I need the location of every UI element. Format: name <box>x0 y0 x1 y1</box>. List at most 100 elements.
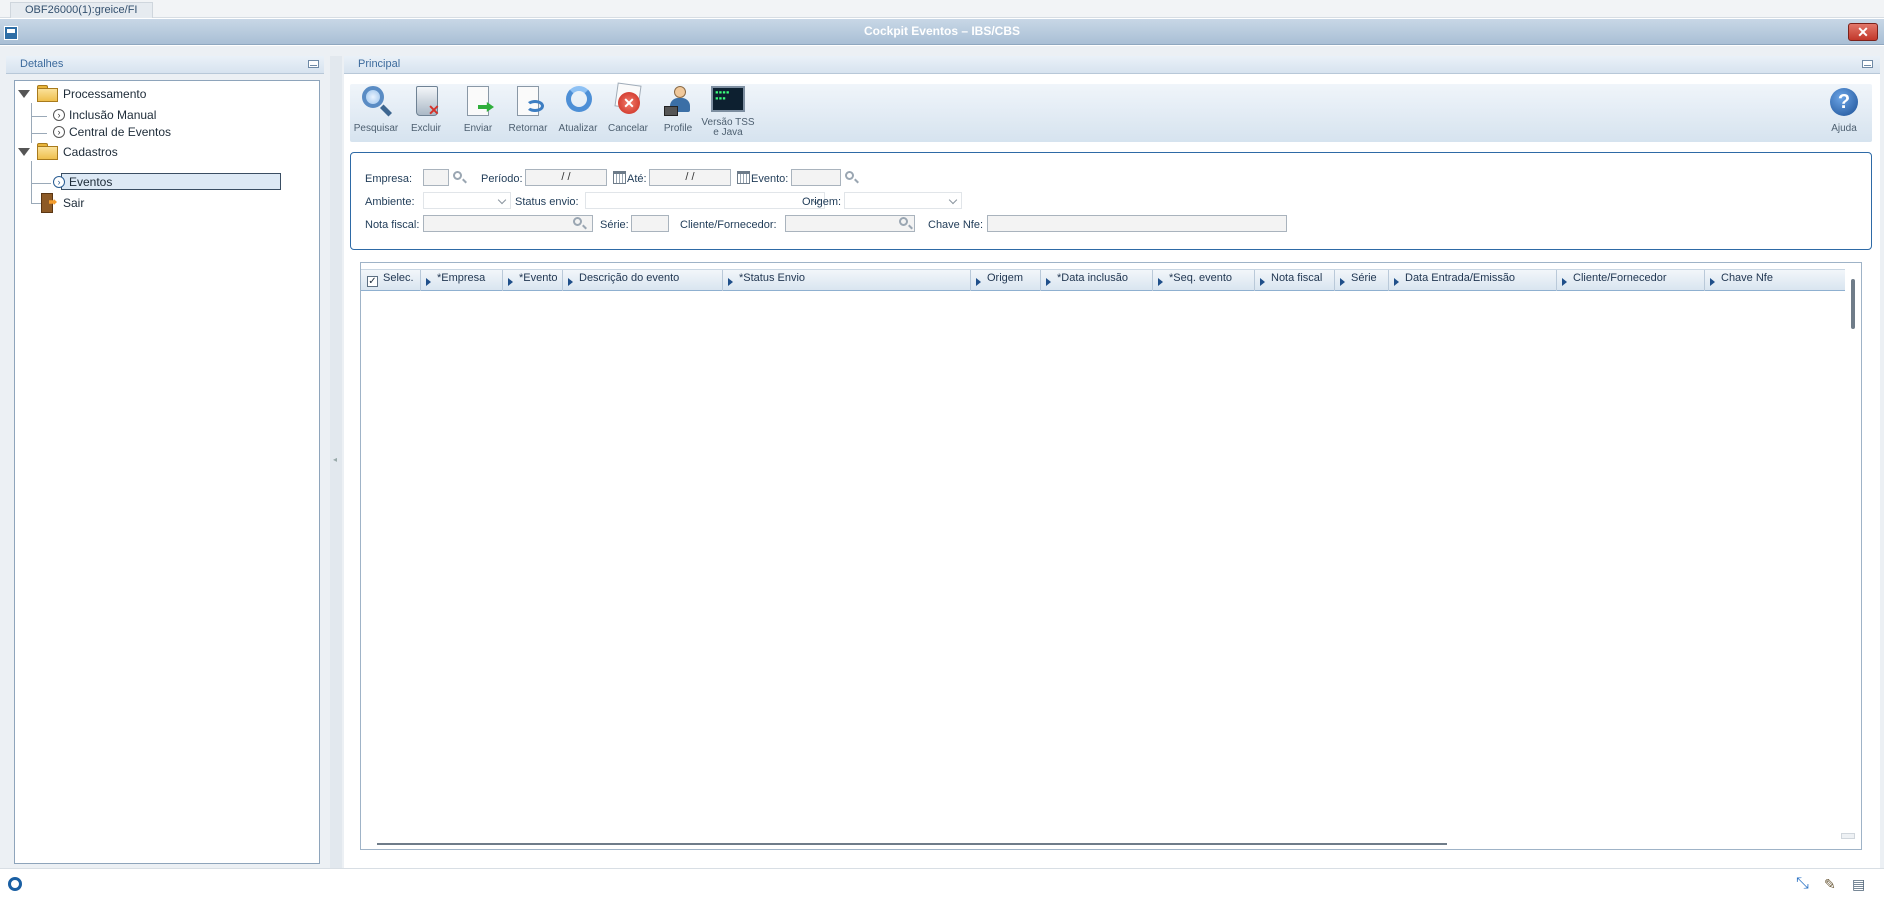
column-descricao-evento[interactable]: Descrição do evento <box>563 270 723 291</box>
arrow-circle-icon: › <box>53 176 65 188</box>
user-settings-icon[interactable]: ✎ <box>1824 876 1842 892</box>
tree-item-cadastros[interactable]: Cadastros <box>63 143 118 161</box>
exit-door-icon <box>39 193 55 213</box>
nota-fiscal-input[interactable] <box>423 215 593 232</box>
column-header-label: *Data inclusão <box>1057 272 1128 284</box>
nota-fiscal-lookup-icon[interactable] <box>573 217 582 226</box>
tree-item-processamento[interactable]: Processamento <box>63 85 146 103</box>
main-panel-title: Principal <box>358 58 401 70</box>
return-button[interactable]: Retornar <box>504 84 552 142</box>
tree-item-central-de-eventos[interactable]: Central de Eventos <box>69 123 171 141</box>
search-icon <box>362 86 384 108</box>
cancel-button[interactable]: ✕ Cancelar <box>604 82 652 142</box>
column-header-label: Cliente/Fornecedor <box>1573 272 1667 284</box>
column-header-label: Chave Nfe <box>1721 272 1773 284</box>
splitter-grip-icon[interactable]: ◂ <box>333 455 338 465</box>
column-header-label: Data Entrada/Emissão <box>1405 272 1516 284</box>
nota-fiscal-label: Nota fiscal: <box>365 219 420 231</box>
minimize-icon[interactable] <box>308 60 319 68</box>
column-serie[interactable]: Série <box>1335 270 1389 291</box>
refresh-button[interactable]: Atualizar <box>554 84 602 142</box>
send-button[interactable]: Enviar <box>454 84 502 142</box>
arrow-circle-icon: › <box>53 109 65 121</box>
sort-arrow-icon <box>1340 278 1345 286</box>
column-header-label: Selec. <box>383 272 414 284</box>
app-tab-strip: OBF26000(1):greice/FI <box>0 0 1884 18</box>
tree-item-sair[interactable]: Sair <box>63 194 84 212</box>
column-data-inclusao[interactable]: *Data inclusão <box>1041 270 1153 291</box>
tree-line <box>31 161 32 203</box>
empresa-lookup-icon[interactable] <box>453 171 462 180</box>
ambiente-select[interactable] <box>423 192 511 209</box>
sort-arrow-icon <box>568 278 573 286</box>
app-tab[interactable]: OBF26000(1):greice/FI <box>10 2 153 18</box>
sort-arrow-icon <box>728 278 733 286</box>
main-panel-header: Principal <box>344 56 1880 74</box>
column-selec[interactable]: ✓ Selec. <box>361 270 421 291</box>
status-envio-label: Status envio: <box>515 196 579 208</box>
chave-nfe-label: Chave Nfe: <box>928 219 984 231</box>
sort-arrow-icon <box>426 278 431 286</box>
help-button-label: Ajuda <box>1831 123 1857 134</box>
column-seq-evento[interactable]: *Seq. evento <box>1153 270 1255 291</box>
close-button[interactable]: ✕ <box>1848 23 1878 41</box>
periodo-input[interactable]: / / <box>525 169 607 186</box>
profile-button[interactable]: Profile <box>654 84 702 142</box>
sort-arrow-icon <box>1710 278 1715 286</box>
details-panel-header: Detalhes <box>6 56 324 74</box>
ate-label: Até: <box>627 173 647 185</box>
column-status-envio[interactable]: *Status Envio <box>723 270 971 291</box>
expand-triangle-icon[interactable] <box>18 90 30 98</box>
empresa-input[interactable] <box>423 169 449 186</box>
select-all-checkbox[interactable]: ✓ <box>367 276 378 287</box>
terminal-icon: ▪▪▪▪ ▪▪▪ <box>711 86 745 112</box>
delete-button[interactable]: ✕ Excluir <box>402 84 450 142</box>
status-envio-select[interactable] <box>585 192 825 209</box>
tree-line <box>31 183 51 184</box>
app-logo-icon <box>8 877 22 891</box>
events-grid: ✓ Selec. *Empresa *Evento Descrição do e… <box>360 262 1862 850</box>
help-button[interactable]: ? Ajuda <box>1820 84 1868 142</box>
cliente-fornecedor-input[interactable] <box>785 215 915 232</box>
search-button[interactable]: Pesquisar <box>352 84 400 142</box>
evento-input[interactable] <box>791 169 841 186</box>
messages-icon[interactable]: ▤ <box>1852 876 1870 892</box>
evento-lookup-icon[interactable] <box>845 171 854 180</box>
tree-item-eventos[interactable]: Eventos <box>69 173 112 191</box>
horizontal-scrollbar[interactable] <box>377 843 1447 845</box>
column-nota-fiscal[interactable]: Nota fiscal <box>1255 270 1335 291</box>
column-empresa[interactable]: *Empresa <box>421 270 503 291</box>
column-data-entrada-emissao[interactable]: Data Entrada/Emissão <box>1389 270 1557 291</box>
column-chave-nfe[interactable]: Chave Nfe <box>1705 270 1845 291</box>
version-button-label: Versão TSS e Java <box>701 117 755 138</box>
column-cliente-fornecedor[interactable]: Cliente/Fornecedor <box>1557 270 1705 291</box>
expand-triangle-icon[interactable] <box>18 148 30 156</box>
column-header-label: *Evento <box>519 272 558 284</box>
origem-select[interactable] <box>844 192 962 209</box>
details-panel-title: Detalhes <box>20 58 64 70</box>
vertical-scrollbar[interactable] <box>1851 279 1855 329</box>
calendar-icon[interactable] <box>737 171 750 184</box>
chave-nfe-input[interactable] <box>987 215 1287 232</box>
column-origem[interactable]: Origem <box>971 270 1041 291</box>
minimize-icon[interactable] <box>1862 60 1873 68</box>
sort-arrow-icon <box>1046 278 1051 286</box>
column-evento[interactable]: *Evento <box>503 270 563 291</box>
sort-arrow-icon <box>1158 278 1163 286</box>
search-icon-handle <box>379 104 393 117</box>
cliente-fornecedor-lookup-icon[interactable] <box>899 217 908 226</box>
tree-item-inclusao-manual[interactable]: Inclusão Manual <box>69 106 156 124</box>
scroll-corner <box>1841 833 1855 839</box>
profile-icon <box>674 86 686 98</box>
cancel-icon: ✕ <box>618 92 640 114</box>
serie-input[interactable] <box>631 215 669 232</box>
delete-x-icon: ✕ <box>428 102 440 118</box>
folder-icon <box>37 143 58 160</box>
resize-arrows-icon[interactable]: ⤡ <box>1796 876 1814 892</box>
tree-line <box>31 116 47 117</box>
version-button[interactable]: ▪▪▪▪ ▪▪▪ Versão TSS e Java <box>701 84 755 142</box>
ate-input[interactable]: / / <box>649 169 731 186</box>
calendar-icon[interactable] <box>613 171 626 184</box>
sort-arrow-icon <box>1260 278 1265 286</box>
empresa-label: Empresa: <box>365 173 413 185</box>
